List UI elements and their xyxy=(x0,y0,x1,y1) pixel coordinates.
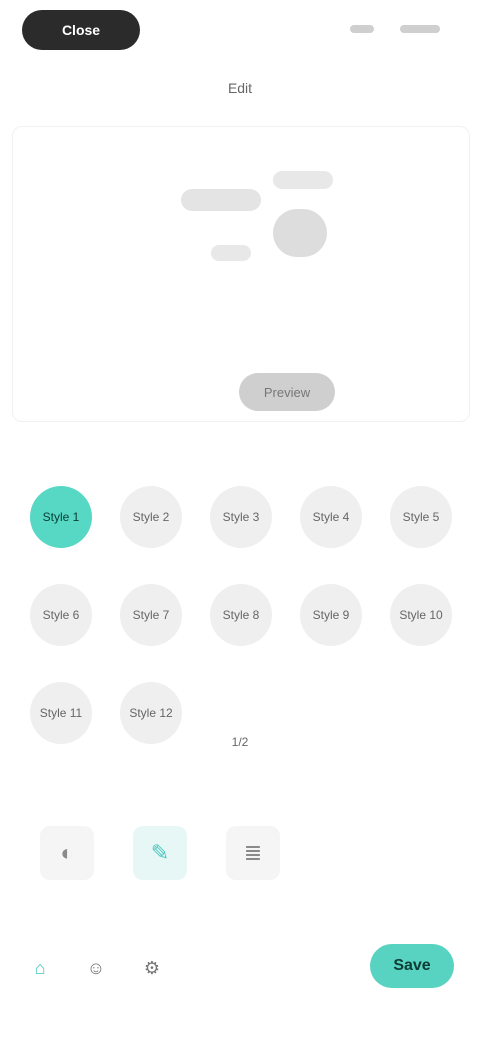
style-tile[interactable]: Style 10 xyxy=(390,584,452,646)
user-icon[interactable]: ☺ xyxy=(82,954,110,982)
brush-icon[interactable]: ✎ xyxy=(133,826,187,880)
signal-indicator xyxy=(350,25,374,33)
status-indicators xyxy=(350,18,440,40)
preview-caption: Preview xyxy=(263,384,311,400)
footer-icons: ⌂ ☺ ⚙ xyxy=(26,946,206,990)
preview-shape xyxy=(211,245,251,261)
style-tile[interactable]: Style 8 xyxy=(210,584,272,646)
style-grid: Style 1 Style 2 Style 3 Style 4 Style 5 Style… xyxy=(30,486,452,746)
close-button[interactable]: Close xyxy=(22,10,140,50)
layers-icon[interactable]: ≣ xyxy=(226,826,280,880)
style-tile[interactable]: Style 11 xyxy=(30,682,92,744)
preview-shape xyxy=(181,189,261,211)
preview-shape xyxy=(273,209,327,257)
home-icon[interactable]: ⌂ xyxy=(26,954,54,982)
style-tile[interactable]: Style 7 xyxy=(120,584,182,646)
screen-title: Edit xyxy=(227,80,253,96)
style-tile[interactable]: Style 6 xyxy=(30,584,92,646)
style-tile[interactable]: Style 9 xyxy=(300,584,362,646)
style-tile[interactable]: Style 12 xyxy=(120,682,182,744)
save-button[interactable]: Save xyxy=(370,944,454,988)
page-indicator: 1/2 xyxy=(231,735,249,749)
style-tile[interactable]: Style 5 xyxy=(390,486,452,548)
gear-icon[interactable]: ⚙ xyxy=(138,954,166,982)
style-tile[interactable]: Style 2 xyxy=(120,486,182,548)
preview-panel: Preview xyxy=(12,126,470,422)
preview-shape xyxy=(273,171,333,189)
style-tile[interactable]: Style 4 xyxy=(300,486,362,548)
tool-row: ◐ ✎ ≣ xyxy=(40,826,280,896)
battery-indicator xyxy=(400,25,440,33)
style-tile[interactable]: Style 1 xyxy=(30,486,92,548)
style-tile[interactable]: Style 3 xyxy=(210,486,272,548)
color-icon[interactable]: ◐ xyxy=(40,826,94,880)
